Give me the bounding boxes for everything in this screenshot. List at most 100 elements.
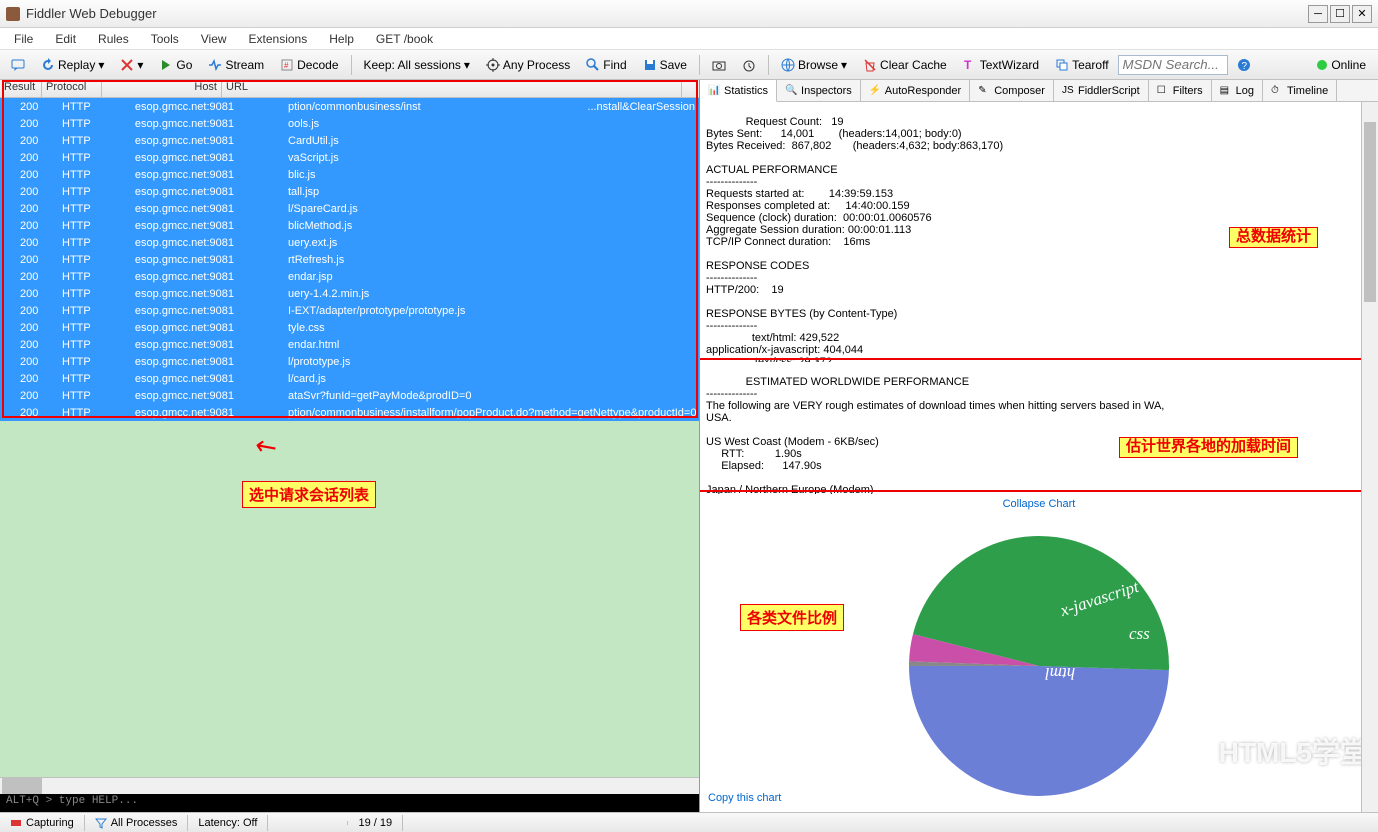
processes-filter[interactable]: All Processes xyxy=(85,815,189,831)
svg-text:?: ? xyxy=(1241,61,1247,72)
annotation-estimate: 估计世界各地的加载时间 xyxy=(1119,437,1298,458)
autoresponder-icon: ⚡ xyxy=(869,85,881,97)
menubar: FileEditRulesToolsViewExtensionsHelpGET … xyxy=(0,28,1378,50)
keep-sessions-dropdown[interactable]: Keep: All sessions ▾ xyxy=(357,54,477,76)
log-icon: ▤ xyxy=(1220,85,1232,97)
session-row[interactable]: 200HTTPesop.gmcc.net:9081l/card.js xyxy=(0,370,699,387)
collapse-chart-link[interactable]: Collapse Chart xyxy=(700,494,1378,514)
minimize-button[interactable]: ─ xyxy=(1308,5,1328,23)
session-row[interactable]: 200HTTPesop.gmcc.net:9081uery-1.4.2.min.… xyxy=(0,285,699,302)
decode-button[interactable]: #Decode xyxy=(273,54,345,76)
close-button[interactable]: ✕ xyxy=(1352,5,1372,23)
sessions-list[interactable]: 200HTTPesop.gmcc.net:9081ption/commonbus… xyxy=(0,98,699,421)
details-tabs: 📊Statistics🔍Inspectors⚡AutoResponder✎Com… xyxy=(700,80,1378,102)
menu-view[interactable]: View xyxy=(191,29,237,49)
session-row[interactable]: 200HTTPesop.gmcc.net:9081CardUtil.js xyxy=(0,132,699,149)
menu-rules[interactable]: Rules xyxy=(88,29,139,49)
remove-icon xyxy=(120,58,134,72)
inspectors-icon: 🔍 xyxy=(785,85,797,97)
column-host[interactable]: Host xyxy=(102,80,222,97)
tab-autoresponder[interactable]: ⚡AutoResponder xyxy=(861,80,970,101)
session-row[interactable]: 200HTTPesop.gmcc.net:9081l/prototype.js xyxy=(0,353,699,370)
session-row[interactable]: 200HTTPesop.gmcc.net:9081tall.jsp xyxy=(0,183,699,200)
remove-button[interactable]: ▾ xyxy=(113,54,150,76)
timer-button[interactable] xyxy=(735,54,763,76)
menu-file[interactable]: File xyxy=(4,29,43,49)
tab-timeline[interactable]: ⏱Timeline xyxy=(1263,80,1337,101)
tab-inspectors[interactable]: 🔍Inspectors xyxy=(777,80,861,101)
session-row[interactable]: 200HTTPesop.gmcc.net:9081blicMethod.js xyxy=(0,217,699,234)
session-row[interactable]: 200HTTPesop.gmcc.net:9081ataSvr?funId=ge… xyxy=(0,387,699,404)
menu-extensions[interactable]: Extensions xyxy=(239,29,318,49)
timeline-icon: ⏱ xyxy=(1271,85,1283,97)
tab-fiddlerscript[interactable]: JSFiddlerScript xyxy=(1054,80,1149,101)
copy-chart-link[interactable]: Copy this chart xyxy=(708,792,781,804)
tab-filters[interactable]: ☐Filters xyxy=(1149,80,1212,101)
v-scrollbar[interactable] xyxy=(1361,102,1378,812)
tab-statistics[interactable]: 📊Statistics xyxy=(700,80,777,102)
sessions-header: ResultProtocolHostURL xyxy=(0,80,699,98)
online-status: Online xyxy=(1317,58,1374,72)
camera-button[interactable] xyxy=(705,54,733,76)
column-protocol[interactable]: Protocol xyxy=(42,80,102,97)
menu-help[interactable]: Help xyxy=(319,29,364,49)
svg-text:T: T xyxy=(964,58,972,72)
quickexec-bar[interactable]: ALT+Q > type HELP... xyxy=(0,794,699,812)
session-row[interactable]: 200HTTPesop.gmcc.net:9081vaScript.js xyxy=(0,149,699,166)
go-button[interactable]: Go xyxy=(152,54,199,76)
target-icon xyxy=(486,58,500,72)
session-row[interactable]: 200HTTPesop.gmcc.net:9081endar.jsp xyxy=(0,268,699,285)
tearoff-button[interactable]: Tearoff xyxy=(1048,54,1115,76)
session-row[interactable]: 200HTTPesop.gmcc.net:9081blic.js xyxy=(0,166,699,183)
session-row[interactable]: 200HTTPesop.gmcc.net:9081tyle.css xyxy=(0,319,699,336)
session-row[interactable]: 200HTTPesop.gmcc.net:9081ption/commonbus… xyxy=(0,404,699,421)
h-scrollbar[interactable] xyxy=(0,777,699,794)
any-process-button[interactable]: Any Process xyxy=(479,54,577,76)
decode-icon: # xyxy=(280,58,294,72)
tab-log[interactable]: ▤Log xyxy=(1212,80,1263,101)
latency-indicator[interactable]: Latency: Off xyxy=(188,815,268,831)
session-count: 19 / 19 xyxy=(348,815,403,831)
pie-label-css: css xyxy=(1129,624,1150,644)
menu-edit[interactable]: Edit xyxy=(45,29,86,49)
tearoff-icon xyxy=(1055,58,1069,72)
clock-icon xyxy=(742,58,756,72)
help-button[interactable]: ? xyxy=(1230,54,1258,76)
pie-slice-texthtml xyxy=(909,666,1169,796)
find-button[interactable]: Find xyxy=(579,54,633,76)
session-row[interactable]: 200HTTPesop.gmcc.net:9081uery.ext.js xyxy=(0,234,699,251)
stream-button[interactable]: Stream xyxy=(201,54,271,76)
menu-getbook[interactable]: GET /book xyxy=(366,29,443,49)
svg-text:#: # xyxy=(284,61,289,70)
pie-chart-area: Collapse Chart 各类文件比例 html x-javascript … xyxy=(700,494,1378,812)
annotation-stats: 总数据统计 xyxy=(1229,227,1318,248)
browse-button[interactable]: Browse ▾ xyxy=(774,54,854,76)
tab-composer[interactable]: ✎Composer xyxy=(970,80,1054,101)
statistics-output: Request Count: 19 Bytes Sent: 14,001 (he… xyxy=(700,102,1378,362)
capturing-indicator[interactable]: Capturing xyxy=(0,815,85,831)
menu-tools[interactable]: Tools xyxy=(141,29,189,49)
session-row[interactable]: 200HTTPesop.gmcc.net:9081I-EXT/adapter/p… xyxy=(0,302,699,319)
details-panel: 📊Statistics🔍Inspectors⚡AutoResponder✎Com… xyxy=(700,80,1378,812)
session-row[interactable]: 200HTTPesop.gmcc.net:9081ools.js xyxy=(0,115,699,132)
maximize-button[interactable]: ☐ xyxy=(1330,5,1350,23)
save-button[interactable]: Save xyxy=(636,54,694,76)
sessions-empty-area: ↖ 选中请求会话列表 xyxy=(0,421,699,777)
column-result[interactable]: Result xyxy=(0,80,42,97)
session-row[interactable]: 200HTTPesop.gmcc.net:9081endar.html xyxy=(0,336,699,353)
session-row[interactable]: 200HTTPesop.gmcc.net:9081ption/commonbus… xyxy=(0,98,699,115)
clear-cache-button[interactable]: Clear Cache xyxy=(856,54,954,76)
session-row[interactable]: 200HTTPesop.gmcc.net:9081rtRefresh.js xyxy=(0,251,699,268)
statistics-icon: 📊 xyxy=(708,85,720,97)
browse-icon xyxy=(781,58,795,72)
column-url[interactable]: URL xyxy=(222,80,682,97)
msdn-search-input[interactable] xyxy=(1118,55,1228,75)
session-row[interactable]: 200HTTPesop.gmcc.net:9081l/SpareCard.js xyxy=(0,200,699,217)
statusbar: Capturing All Processes Latency: Off 19 … xyxy=(0,812,1378,832)
textwizard-button[interactable]: TTextWizard xyxy=(956,54,1046,76)
replay-button[interactable]: Replay ▾ xyxy=(34,54,111,76)
comment-button[interactable] xyxy=(4,54,32,76)
textwizard-icon: T xyxy=(963,58,977,72)
wechat-icon xyxy=(1173,730,1215,772)
composer-icon: ✎ xyxy=(978,85,990,97)
